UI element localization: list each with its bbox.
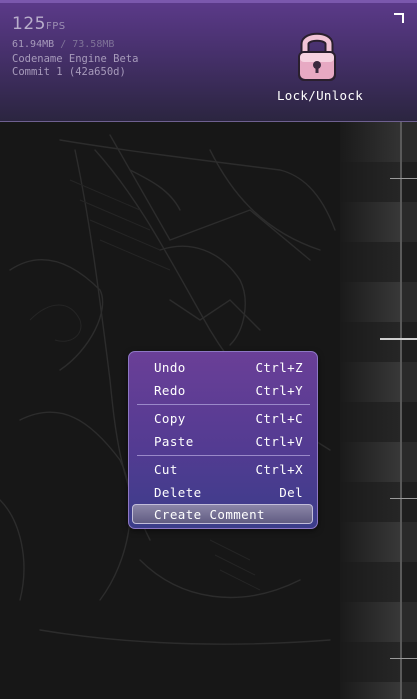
menu-separator [137, 404, 310, 405]
memory-separator: / [60, 39, 67, 50]
grid-cell [402, 242, 417, 282]
grid-cell [340, 322, 400, 362]
grid-cell [402, 362, 417, 402]
menu-item-paste[interactable]: Paste Ctrl+V [133, 431, 315, 451]
grid-cell [340, 682, 400, 699]
memory-used: 61.94MB [12, 39, 55, 50]
grid-cell [340, 442, 400, 482]
menu-item-shortcut: Ctrl+Z [255, 360, 303, 375]
grid-cell [340, 362, 400, 402]
grid-cell [402, 122, 417, 162]
grid-cell [402, 682, 417, 699]
menu-item-label: Paste [154, 434, 194, 449]
grid-cell [402, 322, 417, 362]
resize-corner-icon[interactable] [392, 13, 404, 25]
menu-item-undo[interactable]: Undo Ctrl+Z [133, 357, 315, 377]
menu-item-copy[interactable]: Copy Ctrl+C [133, 408, 315, 428]
grid-cell [340, 282, 400, 322]
menu-item-label: Copy [154, 411, 186, 426]
commit-info: Commit 1 (42a650d) [12, 66, 126, 78]
grid-cell [340, 522, 400, 562]
menu-item-shortcut: Del [279, 485, 303, 500]
editor-window: 125 FPS 61.94MB / 73.58MB Codename Engin… [0, 0, 417, 699]
beat-line [390, 178, 417, 179]
grid-cell [340, 242, 400, 282]
grid-cell [402, 562, 417, 602]
context-menu: Undo Ctrl+Z Redo Ctrl+Y Copy Ctrl+C Past… [128, 351, 318, 529]
grid-cell [402, 402, 417, 442]
menu-item-shortcut: Ctrl+V [255, 434, 303, 449]
grid-cell [402, 202, 417, 242]
menu-item-redo[interactable]: Redo Ctrl+Y [133, 380, 315, 400]
lock-unlock-label: Lock/Unlock [276, 88, 364, 103]
menu-item-cut[interactable]: Cut Ctrl+X [133, 459, 315, 479]
memory-readout: 61.94MB / 73.58MB [12, 39, 114, 50]
grid-cell [340, 562, 400, 602]
grid-cell [402, 442, 417, 482]
menu-item-shortcut: Ctrl+X [255, 462, 303, 477]
menu-item-delete[interactable]: Delete Del [133, 482, 315, 502]
grid-cell [340, 202, 400, 242]
beat-line [390, 498, 417, 499]
grid-cell [340, 122, 400, 162]
padlock-icon [298, 32, 336, 81]
menu-item-shortcut: Ctrl+C [255, 411, 303, 426]
grid-cell [402, 482, 417, 522]
lock-unlock-button[interactable]: Lock/Unlock [266, 26, 374, 110]
fps-counter: 125 [12, 14, 46, 34]
grid-cell [340, 482, 400, 522]
grid-divider [400, 122, 402, 699]
top-toolbar: 125 FPS 61.94MB / 73.58MB Codename Engin… [0, 0, 417, 122]
menu-item-label: Cut [154, 462, 178, 477]
menu-item-shortcut: Ctrl+Y [255, 383, 303, 398]
memory-peak: 73.58MB [72, 39, 115, 50]
beat-line [390, 658, 417, 659]
engine-name: Codename Engine Beta [12, 53, 139, 65]
menu-separator [137, 455, 310, 456]
menu-item-label: Redo [154, 383, 186, 398]
grid-cell [402, 282, 417, 322]
timeline-grid[interactable] [340, 122, 417, 699]
menu-item-label: Create Comment [154, 507, 265, 522]
grid-cell [340, 162, 400, 202]
menu-item-create-comment[interactable]: Create Comment [132, 504, 313, 524]
grid-cell [340, 402, 400, 442]
grid-cell [340, 602, 400, 642]
header-accent-line [0, 0, 417, 3]
grid-cell [402, 642, 417, 682]
grid-cell [402, 162, 417, 202]
grid-cell [402, 522, 417, 562]
menu-item-label: Delete [154, 485, 202, 500]
fps-unit-label: FPS [46, 21, 66, 32]
menu-item-label: Undo [154, 360, 186, 375]
beat-line [380, 338, 417, 340]
grid-cell [340, 642, 400, 682]
grid-cell [402, 602, 417, 642]
